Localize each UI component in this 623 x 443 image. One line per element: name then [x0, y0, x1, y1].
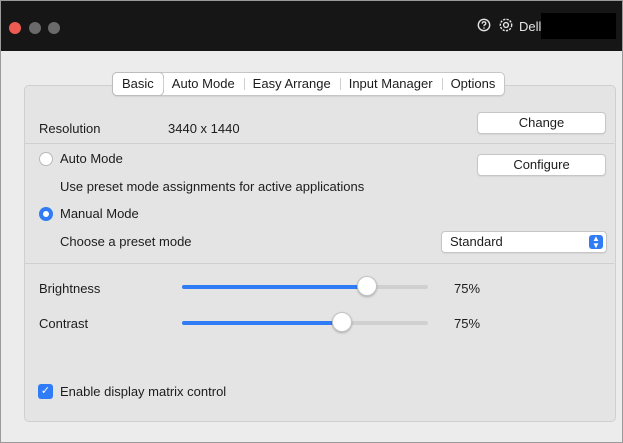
brightness-slider[interactable]	[182, 276, 428, 296]
tab-bar: Basic Auto Mode Easy Arrange Input Manag…	[112, 72, 506, 96]
divider	[25, 263, 614, 264]
resolution-label: Resolution	[39, 121, 101, 136]
preset-mode-value: Standard	[450, 234, 503, 249]
title-bar: Dell	[1, 1, 622, 51]
gear-icon[interactable]	[497, 18, 515, 36]
chevron-updown-icon: ▲ ▼	[589, 235, 603, 250]
brightness-label: Brightness	[39, 281, 101, 296]
brightness-slider-thumb[interactable]	[357, 276, 377, 296]
manual-mode-label[interactable]: Manual Mode	[60, 206, 139, 222]
contrast-slider[interactable]	[182, 312, 428, 332]
app-window: Dell Basic Auto Mode Easy Arrange Input …	[0, 0, 623, 443]
help-icon[interactable]	[475, 18, 493, 36]
auto-mode-radio[interactable]	[39, 152, 53, 166]
contrast-slider-fill	[182, 321, 342, 325]
resolution-value: 3440 x 1440	[168, 121, 240, 136]
configure-button[interactable]: Configure	[477, 154, 606, 176]
contrast-value: 75%	[454, 316, 481, 331]
brightness-value: 75%	[454, 281, 481, 296]
minimize-window-button[interactable]	[29, 22, 41, 34]
tab-input-manager[interactable]: Input Manager	[339, 73, 442, 95]
change-resolution-button[interactable]: Change	[477, 112, 606, 134]
brightness-slider-fill	[182, 285, 367, 289]
tab-easy-arrange[interactable]: Easy Arrange	[243, 73, 340, 95]
settings-panel	[24, 85, 616, 422]
auto-mode-description: Use preset mode assignments for active a…	[60, 179, 365, 194]
brand-label: Dell	[519, 19, 542, 34]
redacted-area	[541, 13, 616, 39]
tab-basic[interactable]: Basic	[113, 73, 163, 95]
contrast-slider-thumb[interactable]	[332, 312, 352, 332]
tab-auto-mode[interactable]: Auto Mode	[162, 73, 244, 95]
tab-options[interactable]: Options	[441, 73, 505, 95]
close-window-button[interactable]	[9, 22, 21, 34]
contrast-label: Contrast	[39, 316, 89, 331]
divider	[25, 143, 614, 144]
manual-mode-radio[interactable]	[39, 207, 53, 221]
auto-mode-label[interactable]: Auto Mode	[60, 151, 123, 167]
zoom-window-button[interactable]	[48, 22, 60, 34]
matrix-label[interactable]: Enable display matrix control	[60, 384, 226, 400]
preset-mode-select[interactable]: Standard ▲ ▼	[441, 231, 607, 253]
matrix-checkbox[interactable]: ✓	[38, 384, 53, 399]
preset-mode-label: Choose a preset mode	[60, 234, 192, 249]
